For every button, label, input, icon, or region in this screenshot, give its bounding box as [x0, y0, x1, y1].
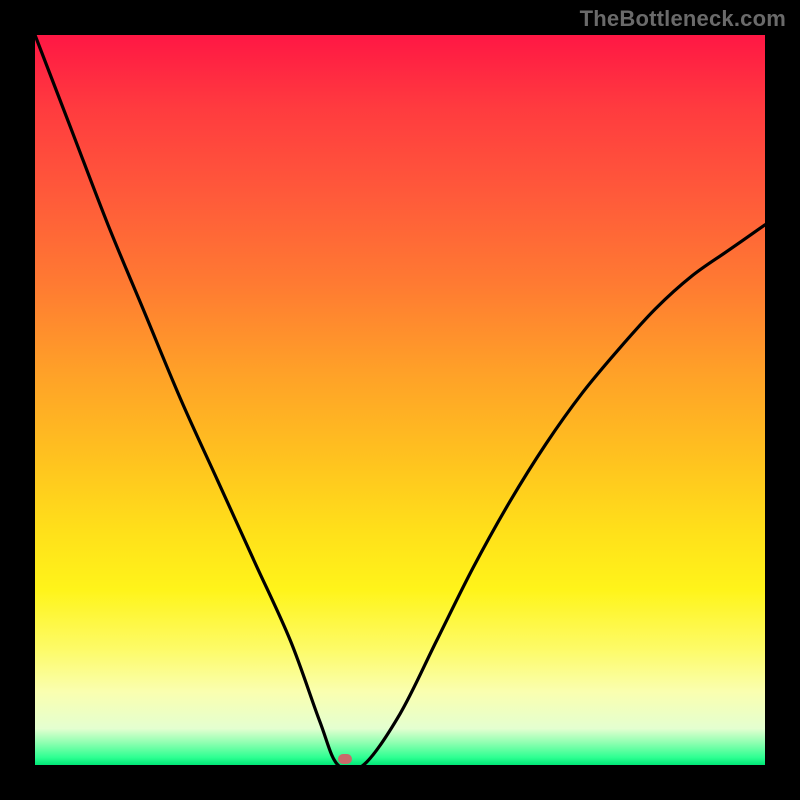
watermark-text: TheBottleneck.com — [580, 6, 786, 32]
plot-area — [35, 35, 765, 765]
minimum-marker — [338, 754, 352, 764]
chart-frame: TheBottleneck.com — [0, 0, 800, 800]
bottleneck-curve — [35, 35, 765, 765]
